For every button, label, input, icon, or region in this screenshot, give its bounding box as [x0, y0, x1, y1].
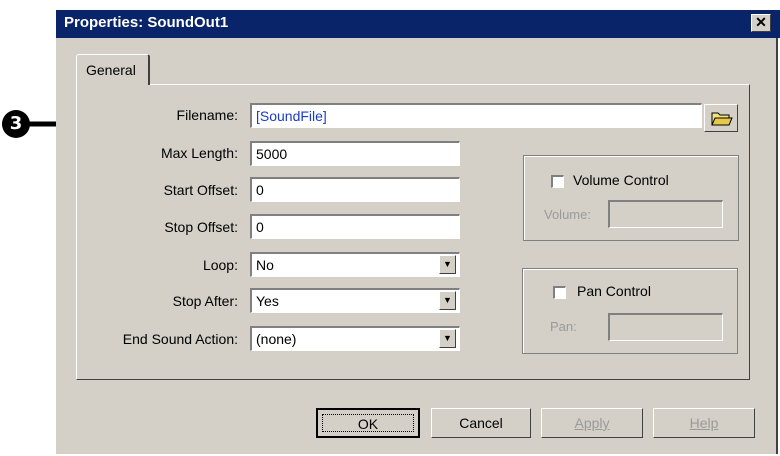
down-arrow-icon: ▼	[443, 333, 452, 343]
max-length-field[interactable]: 5000	[250, 141, 460, 166]
close-icon: ✕	[755, 14, 767, 30]
volume-label: Volume:	[544, 207, 591, 222]
start-offset-label: Start Offset:	[163, 182, 238, 198]
loop-select[interactable]: No	[250, 252, 460, 277]
pan-field	[608, 313, 723, 341]
stop-offset-label: Stop Offset:	[164, 219, 238, 235]
window-title: Properties: SoundOut1	[64, 14, 229, 31]
filename-field[interactable]: [SoundFile]	[250, 103, 702, 128]
stop-after-select[interactable]: Yes	[250, 288, 460, 313]
end-sound-action-label: End Sound Action:	[122, 331, 238, 347]
loop-dropdown-button[interactable]: ▼	[439, 255, 456, 274]
start-offset-field[interactable]: 0	[250, 177, 460, 202]
loop-label: Loop:	[202, 257, 238, 273]
pan-control-label: Pan Control	[577, 283, 651, 299]
ok-focus-rect	[322, 414, 414, 432]
loop-value: No	[256, 257, 274, 273]
browse-button[interactable]	[704, 104, 738, 132]
filename-label: Filename:	[176, 107, 238, 123]
help-button-label: Help	[689, 415, 719, 431]
cancel-button-label: Cancel	[459, 415, 503, 431]
volume-control-label: Volume Control	[573, 172, 669, 188]
end-sound-action-value: (none)	[256, 331, 297, 347]
end-sound-action-select[interactable]: (none)	[250, 326, 460, 351]
apply-button-label: Apply	[574, 415, 610, 431]
stop-after-label: Stop After:	[172, 293, 238, 309]
apply-button[interactable]: Apply	[541, 408, 643, 438]
pan-label: Pan:	[550, 319, 577, 334]
tab-general-label: General	[86, 62, 136, 78]
end-sound-action-dropdown-button[interactable]: ▼	[439, 329, 456, 348]
pan-control-group	[522, 268, 738, 354]
callout-number-badge: 3	[2, 110, 30, 138]
stop-after-value: Yes	[256, 293, 279, 309]
volume-control-group	[523, 155, 739, 241]
down-arrow-icon: ▼	[443, 295, 452, 305]
stop-offset-field[interactable]: 0	[250, 214, 460, 239]
close-button[interactable]: ✕	[751, 14, 771, 32]
volume-control-checkbox[interactable]	[551, 175, 564, 188]
ok-button[interactable]: OK	[316, 408, 420, 438]
cancel-button[interactable]: Cancel	[431, 408, 531, 438]
folder-icon	[711, 112, 733, 126]
stop-after-dropdown-button[interactable]: ▼	[439, 291, 456, 310]
down-arrow-icon: ▼	[443, 259, 452, 269]
volume-field	[608, 200, 723, 228]
max-length-label: Max Length:	[160, 145, 238, 161]
help-button[interactable]: Help	[653, 408, 755, 438]
pan-control-checkbox[interactable]	[553, 286, 566, 299]
